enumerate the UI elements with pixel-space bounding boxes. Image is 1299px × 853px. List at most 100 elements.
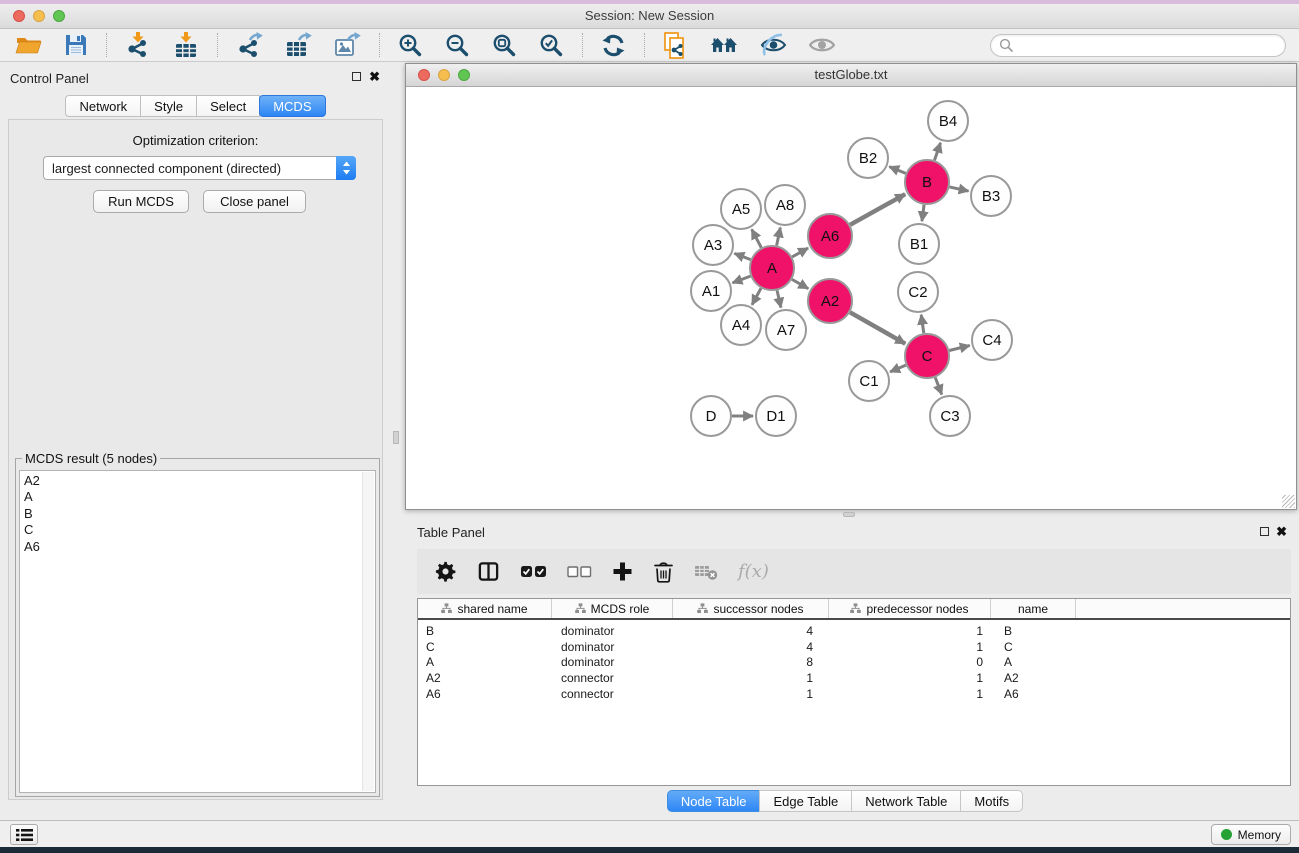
- edge-B-B3[interactable]: [949, 187, 968, 191]
- edge-A2-C[interactable]: [850, 312, 905, 343]
- edge-A-A7[interactable]: [777, 290, 781, 307]
- clone-network-button[interactable]: [652, 29, 699, 61]
- split-panel-button[interactable]: [467, 549, 510, 594]
- edge-A-A2[interactable]: [792, 279, 808, 288]
- node-A6[interactable]: A6: [808, 214, 852, 258]
- edge-A-A6[interactable]: [792, 248, 808, 257]
- column-header-successor-nodes[interactable]: successor nodes: [673, 599, 829, 618]
- edge-A-A3[interactable]: [734, 253, 750, 259]
- delete-column-button[interactable]: [643, 549, 684, 594]
- close-table-panel-icon[interactable]: ✖: [1276, 526, 1287, 538]
- mcds-result-item[interactable]: A: [24, 489, 375, 505]
- zoom-selected-button[interactable]: [528, 29, 575, 61]
- network-close-button[interactable]: [418, 69, 430, 81]
- node-A7[interactable]: A7: [766, 310, 806, 350]
- network-window-titlebar[interactable]: testGlobe.txt: [406, 64, 1296, 87]
- node-A2[interactable]: A2: [808, 279, 852, 323]
- optimization-criterion-select[interactable]: largest connected component (directed): [43, 156, 356, 180]
- zoom-in-button[interactable]: [387, 29, 434, 61]
- node-B[interactable]: B: [905, 160, 949, 204]
- edge-B-B4[interactable]: [934, 143, 940, 161]
- edge-A-A5[interactable]: [752, 229, 762, 247]
- network-minimize-button[interactable]: [438, 69, 450, 81]
- zoom-fit-button[interactable]: [481, 29, 528, 61]
- tab-mcds[interactable]: MCDS: [259, 95, 325, 117]
- create-column-button[interactable]: [602, 549, 643, 594]
- edge-A-A8[interactable]: [777, 228, 781, 246]
- delete-table-button[interactable]: [684, 549, 728, 594]
- import-network-button[interactable]: [114, 29, 162, 61]
- tab-edge-table[interactable]: Edge Table: [759, 790, 852, 812]
- table-row[interactable]: Bdominator41B: [418, 623, 1290, 639]
- edge-C-C2[interactable]: [921, 315, 924, 333]
- tab-node-table[interactable]: Node Table: [667, 790, 761, 812]
- mcds-result-item[interactable]: A6: [24, 539, 375, 555]
- open-file-button[interactable]: [4, 29, 53, 61]
- node-A[interactable]: A: [750, 246, 794, 290]
- export-image-button[interactable]: [323, 29, 372, 61]
- edge-C-C4[interactable]: [949, 345, 969, 350]
- tab-motifs[interactable]: Motifs: [960, 790, 1023, 812]
- window-resize-grip[interactable]: [1282, 495, 1295, 508]
- table-row[interactable]: A2connector11A2: [418, 670, 1290, 686]
- mcds-result-item[interactable]: B: [24, 506, 375, 522]
- edge-A6-B[interactable]: [850, 194, 905, 225]
- column-header-name[interactable]: name: [991, 599, 1076, 618]
- run-mcds-button[interactable]: Run MCDS: [93, 190, 189, 213]
- edge-C-C3[interactable]: [935, 377, 942, 394]
- table-settings-button[interactable]: [424, 549, 467, 594]
- close-panel-button[interactable]: Close panel: [203, 190, 306, 213]
- node-C1[interactable]: C1: [849, 361, 889, 401]
- node-C[interactable]: C: [905, 334, 949, 378]
- node-A3[interactable]: A3: [693, 225, 733, 265]
- node-A1[interactable]: A1: [691, 271, 731, 311]
- network-canvas[interactable]: B4B2BB3B1A6A5A8A3AA1A4A7A2C2C4CC1C3DD1: [406, 87, 1296, 509]
- node-A5[interactable]: A5: [721, 189, 761, 229]
- table-row[interactable]: Adominator80A: [418, 655, 1290, 671]
- tab-network[interactable]: Network: [65, 95, 141, 117]
- export-table-button[interactable]: [274, 29, 323, 61]
- function-builder-button[interactable]: f(x): [728, 549, 779, 594]
- search-input[interactable]: [1018, 38, 1277, 52]
- export-network-button[interactable]: [225, 29, 274, 61]
- float-panel-icon[interactable]: [352, 72, 361, 81]
- node-B1[interactable]: B1: [899, 224, 939, 264]
- node-C2[interactable]: C2: [898, 272, 938, 312]
- show-all-button[interactable]: [798, 29, 846, 61]
- column-header-predecessor-nodes[interactable]: predecessor nodes: [829, 599, 991, 618]
- node-B4[interactable]: B4: [928, 101, 968, 141]
- edge-A-A4[interactable]: [752, 288, 761, 305]
- node-B3[interactable]: B3: [971, 176, 1011, 216]
- node-D[interactable]: D: [691, 396, 731, 436]
- node-A8[interactable]: A8: [765, 185, 805, 225]
- column-header-shared-name[interactable]: shared name: [418, 599, 552, 618]
- mcds-result-item[interactable]: C: [24, 522, 375, 538]
- node-C3[interactable]: C3: [930, 396, 970, 436]
- edge-C-C1[interactable]: [890, 365, 906, 372]
- zoom-out-button[interactable]: [434, 29, 481, 61]
- node-C4[interactable]: C4: [972, 320, 1012, 360]
- memory-button[interactable]: Memory: [1211, 824, 1291, 845]
- network-graph[interactable]: B4B2BB3B1A6A5A8A3AA1A4A7A2C2C4CC1C3DD1: [406, 87, 1296, 510]
- mcds-result-item[interactable]: A2: [24, 473, 375, 489]
- task-history-button[interactable]: [10, 824, 38, 845]
- select-all-button[interactable]: [510, 549, 557, 594]
- network-zoom-button[interactable]: [458, 69, 470, 81]
- edge-A-A1[interactable]: [733, 276, 751, 283]
- table-row[interactable]: Cdominator41C: [418, 639, 1290, 655]
- node-A4[interactable]: A4: [721, 305, 761, 345]
- float-table-panel-icon[interactable]: [1260, 527, 1269, 536]
- table-row[interactable]: A6connector11A6: [418, 686, 1290, 702]
- deselect-all-button[interactable]: [557, 549, 602, 594]
- edge-B-B1[interactable]: [922, 205, 924, 221]
- node-B2[interactable]: B2: [848, 138, 888, 178]
- edge-B-B2[interactable]: [889, 167, 905, 174]
- tab-network-table[interactable]: Network Table: [851, 790, 961, 812]
- tab-select[interactable]: Select: [196, 95, 260, 117]
- column-header-MCDS-role[interactable]: MCDS role: [552, 599, 673, 618]
- import-table-button[interactable]: [162, 29, 210, 61]
- close-panel-icon[interactable]: ✖: [369, 71, 380, 83]
- hide-selected-button[interactable]: [749, 29, 798, 61]
- search-box[interactable]: [990, 34, 1286, 57]
- list-scrollbar[interactable]: [362, 472, 374, 791]
